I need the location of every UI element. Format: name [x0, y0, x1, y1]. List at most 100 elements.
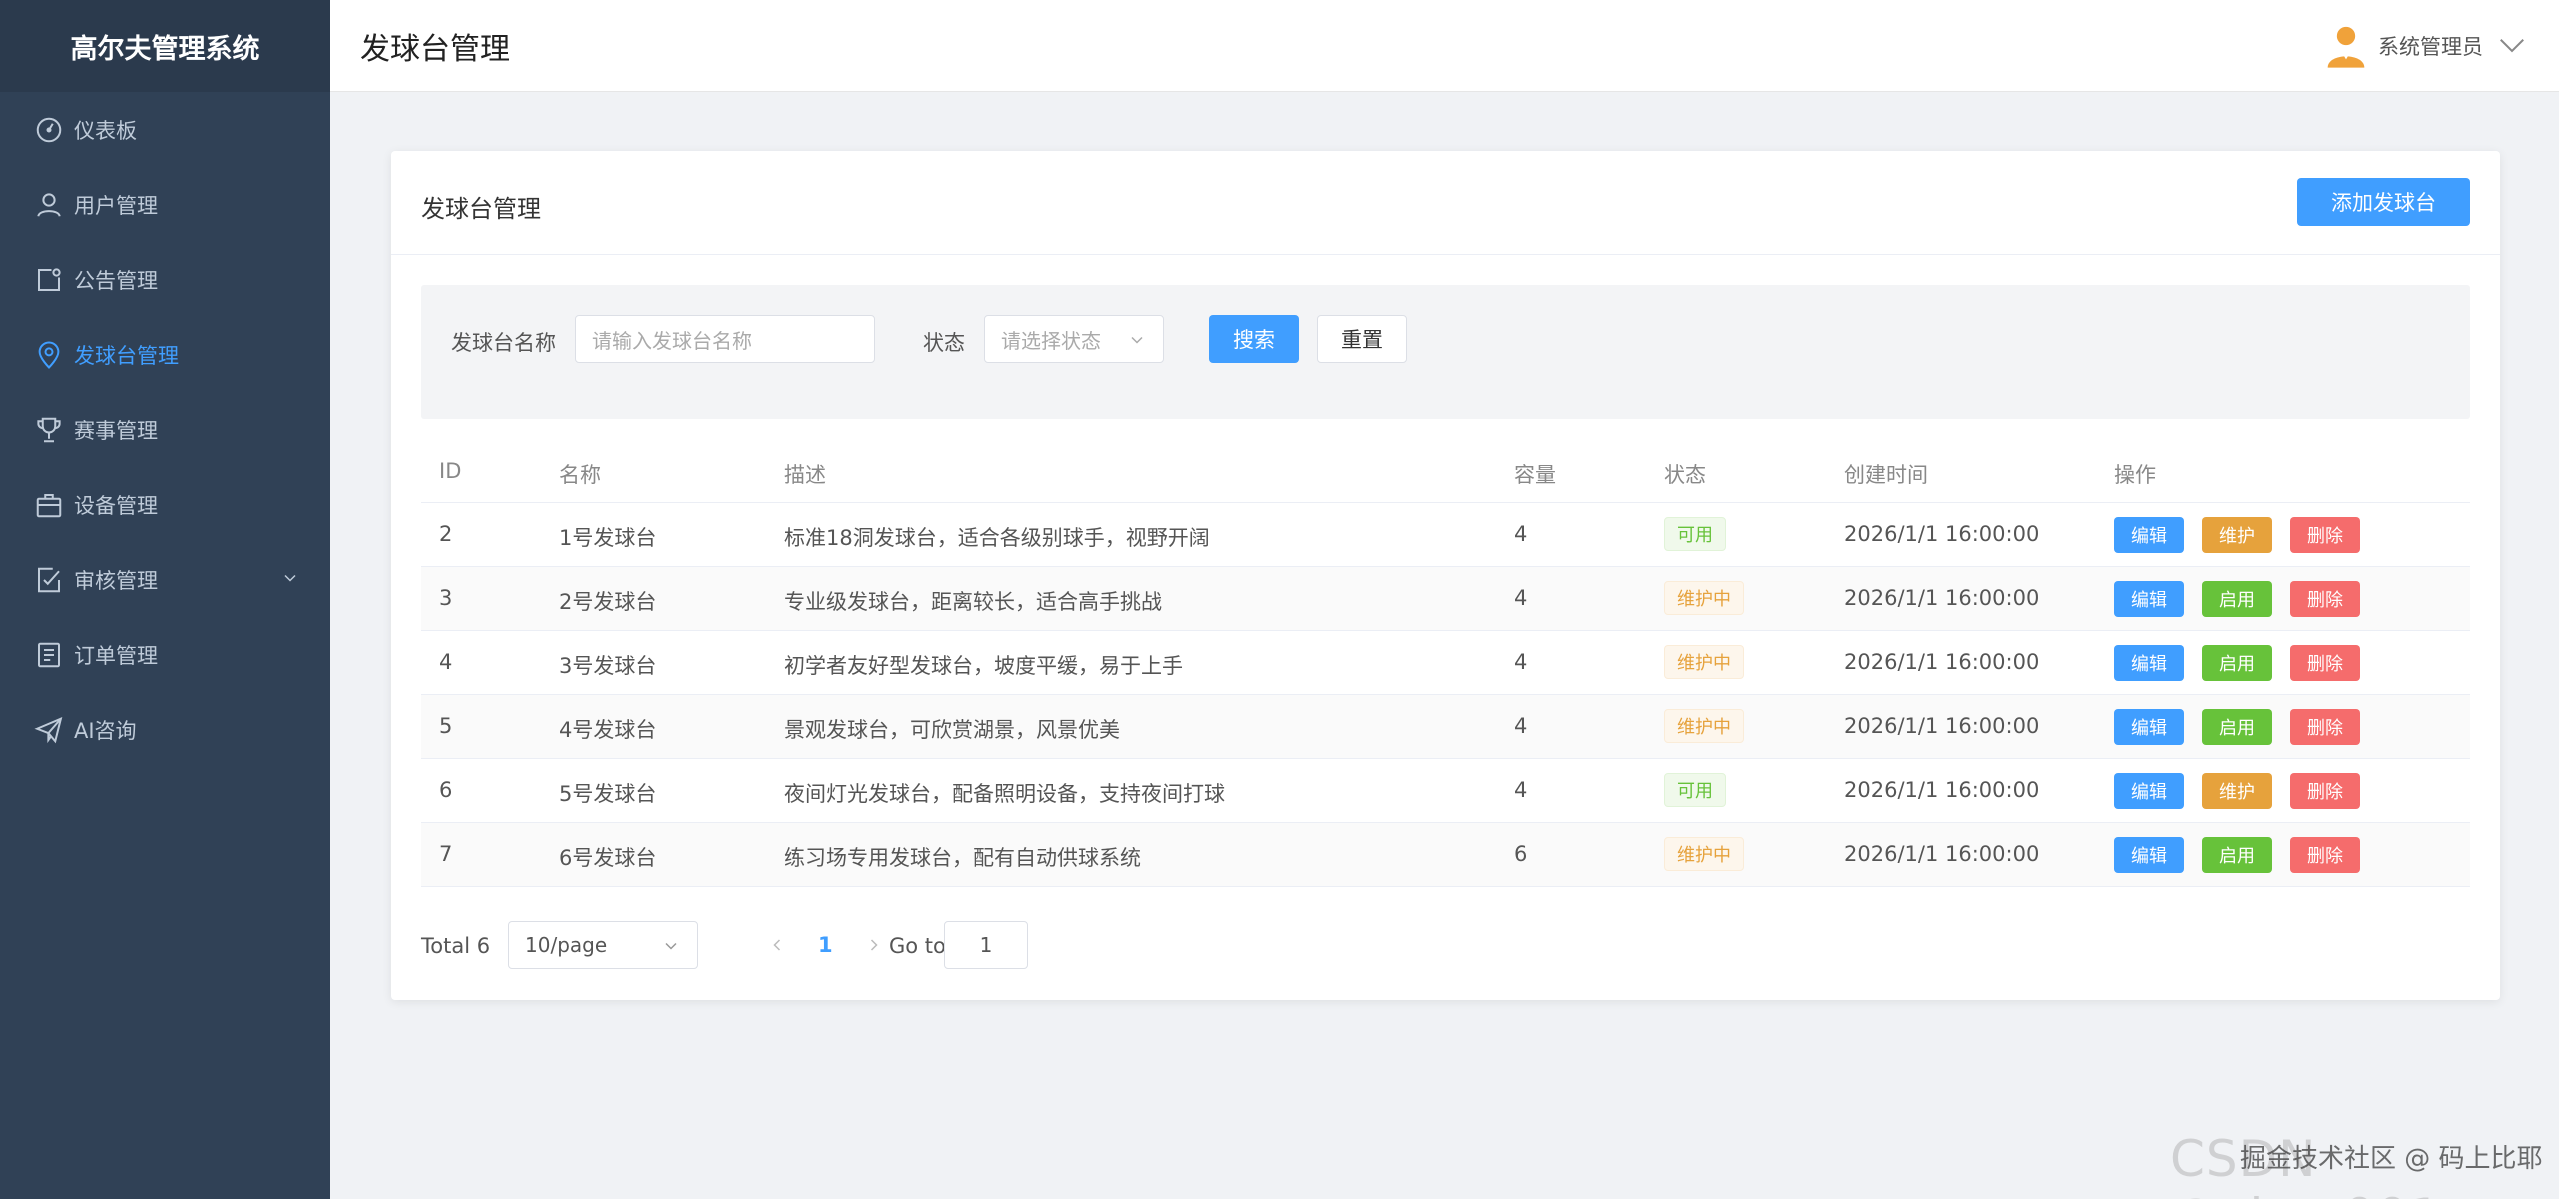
cell-description: 专业级发球台，距离较长，适合高手挑战 — [784, 590, 1162, 614]
goto-page-input[interactable] — [944, 921, 1028, 969]
sidebar-item-orders[interactable]: 订单管理 — [0, 617, 330, 692]
card-header: 发球台管理 添加发球台 — [391, 151, 2500, 255]
sidebar-item-label: AI咨询 — [74, 718, 137, 743]
reset-button[interactable]: 重置 — [1317, 315, 1407, 363]
column-header-actions: 操作 — [2114, 463, 2156, 487]
chevron-right-icon[interactable] — [864, 935, 884, 955]
cell-description: 夜间灯光发球台，配备照明设备，支持夜间打球 — [784, 782, 1225, 806]
cell-created-time: 2026/1/1 16:00:00 — [1844, 778, 2040, 802]
pagination-total: Total 6 — [421, 934, 491, 958]
maintain-button[interactable]: 维护 — [2202, 773, 2272, 809]
chevron-down-icon — [665, 942, 677, 950]
cell-created-time: 2026/1/1 16:00:00 — [1844, 650, 2040, 674]
delete-button[interactable]: 删除 — [2290, 837, 2360, 873]
cell-capacity: 4 — [1514, 650, 1528, 674]
page-size-value: 10/page — [525, 933, 608, 957]
dashboard-icon — [32, 113, 66, 147]
paper-plane-icon — [32, 713, 66, 747]
delete-button[interactable]: 删除 — [2290, 581, 2360, 617]
search-button[interactable]: 搜索 — [1209, 315, 1299, 363]
edit-button[interactable]: 编辑 — [2114, 645, 2184, 681]
edit-button[interactable]: 编辑 — [2114, 709, 2184, 745]
cell-capacity: 4 — [1514, 586, 1528, 610]
user-icon — [32, 188, 66, 222]
cell-description: 练习场专用发球台，配有自动供球系统 — [784, 846, 1141, 870]
chevron-down-icon — [1131, 336, 1143, 344]
status-badge: 维护中 — [1664, 645, 1744, 679]
sidebar-item-equipment[interactable]: 设备管理 — [0, 467, 330, 542]
sidebar-item-label: 审核管理 — [74, 568, 158, 593]
page-number-current[interactable]: 1 — [818, 933, 833, 957]
cell-name: 4号发球台 — [559, 718, 657, 742]
sidebar-item-dashboard[interactable]: 仪表板 — [0, 92, 330, 167]
status-select[interactable]: 请选择状态 — [984, 315, 1164, 363]
maintain-button[interactable]: 维护 — [2202, 517, 2272, 553]
order-list-icon — [32, 638, 66, 672]
enable-button[interactable]: 启用 — [2202, 709, 2272, 745]
cell-name: 1号发球台 — [559, 526, 657, 550]
cell-name: 6号发球台 — [559, 846, 657, 870]
edit-button[interactable]: 编辑 — [2114, 773, 2184, 809]
sidebar-item-label: 设备管理 — [74, 493, 158, 518]
sidebar-item-label: 赛事管理 — [74, 418, 158, 443]
tee-management-card: 发球台管理 添加发球台 发球台名称 请输入发球台名称 状态 请选择状态 搜索 重… — [391, 151, 2500, 1000]
sidebar-item-label: 发球台管理 — [74, 343, 179, 368]
add-tee-button[interactable]: 添加发球台 — [2297, 178, 2470, 226]
table-header: ID 名称 描述 容量 状态 创建时间 操作 — [421, 441, 2470, 503]
trophy-icon — [32, 413, 66, 447]
table-row: 6 5号发球台 夜间灯光发球台，配备照明设备，支持夜间打球 4 可用 2026/… — [421, 759, 2470, 823]
cell-capacity: 6 — [1514, 842, 1528, 866]
enable-button[interactable]: 启用 — [2202, 837, 2272, 873]
sidebar-item-ai-consult[interactable]: AI咨询 — [0, 692, 330, 767]
status-select-placeholder: 请选择状态 — [1001, 328, 1101, 353]
cell-description: 景观发球台，可欣赏湖景，风景优美 — [784, 718, 1120, 742]
cell-created-time: 2026/1/1 16:00:00 — [1844, 842, 2040, 866]
pagination: Total 6 10/page 1 Go to — [421, 921, 1221, 971]
status-badge: 维护中 — [1664, 581, 1744, 615]
enable-button[interactable]: 启用 — [2202, 581, 2272, 617]
notice-icon — [32, 263, 66, 297]
sidebar-item-label: 仪表板 — [74, 118, 137, 143]
delete-button[interactable]: 删除 — [2290, 773, 2360, 809]
top-header: 发球台管理 系统管理员 — [330, 0, 2559, 92]
sidebar-item-review[interactable]: 审核管理 — [0, 542, 330, 617]
table-row: 2 1号发球台 标准18洞发球台，适合各级别球手，视野开阔 4 可用 2026/… — [421, 503, 2470, 567]
chevron-left-icon[interactable] — [767, 935, 787, 955]
sidebar-item-label: 公告管理 — [74, 268, 158, 293]
cell-id: 6 — [439, 778, 453, 802]
cell-id: 7 — [439, 842, 453, 866]
column-header-id: ID — [439, 459, 462, 483]
sidebar-item-label: 用户管理 — [74, 193, 158, 218]
checklist-icon — [32, 563, 66, 597]
tee-name-input[interactable]: 请输入发球台名称 — [575, 315, 875, 363]
avatar-icon — [2327, 26, 2365, 68]
column-header-created-time: 创建时间 — [1844, 463, 1928, 487]
cell-capacity: 4 — [1514, 522, 1528, 546]
brand-title: 高尔夫管理系统 — [0, 0, 330, 92]
sidebar-item-users[interactable]: 用户管理 — [0, 167, 330, 242]
page-size-select[interactable]: 10/page — [508, 921, 698, 969]
cell-id: 5 — [439, 714, 453, 738]
edit-button[interactable]: 编辑 — [2114, 581, 2184, 617]
cell-id: 3 — [439, 586, 453, 610]
tee-name-label: 发球台名称 — [451, 331, 556, 355]
status-label: 状态 — [923, 331, 965, 355]
chevron-down-icon[interactable] — [2495, 31, 2529, 61]
card-title: 发球台管理 — [421, 195, 541, 223]
user-menu[interactable]: 系统管理员 — [2326, 22, 2529, 70]
status-badge: 可用 — [1664, 517, 1726, 551]
cell-id: 2 — [439, 522, 453, 546]
sidebar-item-tee-management[interactable]: 发球台管理 — [0, 317, 330, 392]
sidebar-item-events[interactable]: 赛事管理 — [0, 392, 330, 467]
edit-button[interactable]: 编辑 — [2114, 837, 2184, 873]
column-header-name: 名称 — [559, 463, 601, 487]
sidebar-item-notices[interactable]: 公告管理 — [0, 242, 330, 317]
edit-button[interactable]: 编辑 — [2114, 517, 2184, 553]
user-name: 系统管理员 — [2378, 35, 2483, 59]
enable-button[interactable]: 启用 — [2202, 645, 2272, 681]
chevron-down-icon[interactable] — [280, 568, 300, 588]
delete-button[interactable]: 删除 — [2290, 709, 2360, 745]
delete-button[interactable]: 删除 — [2290, 517, 2360, 553]
delete-button[interactable]: 删除 — [2290, 645, 2360, 681]
goto-label: Go to — [889, 934, 946, 958]
